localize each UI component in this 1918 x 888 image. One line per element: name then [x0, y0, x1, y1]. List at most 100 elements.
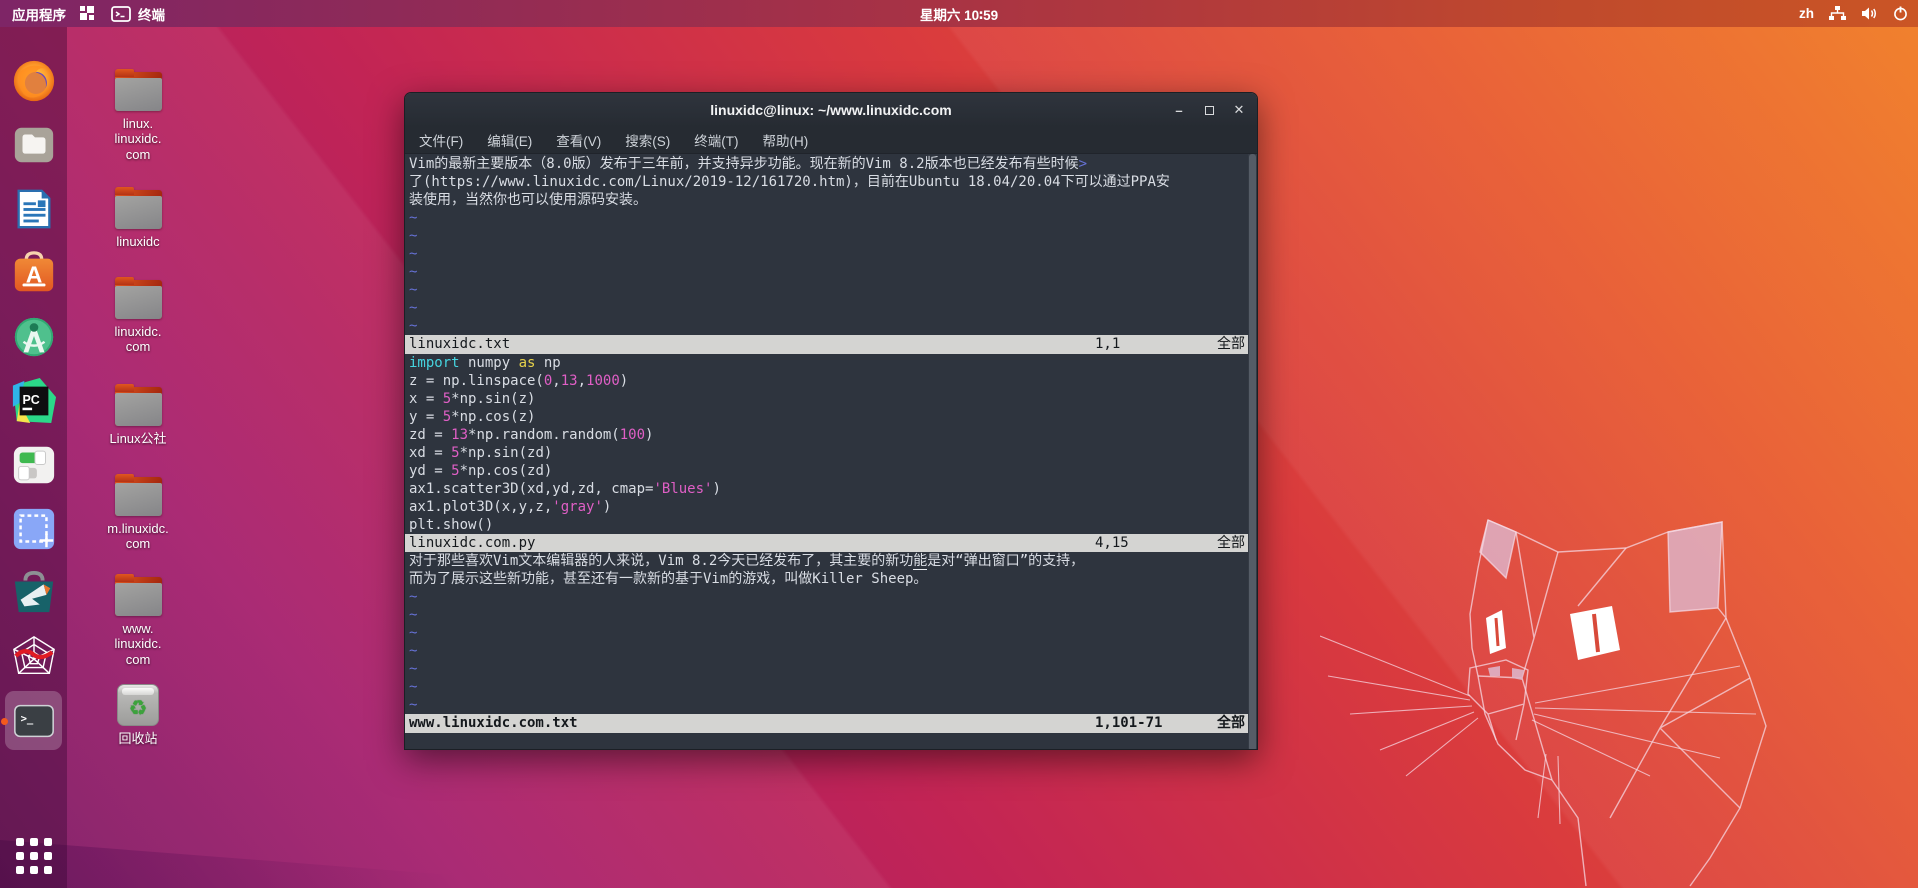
terminal-line: ~ [405, 588, 1257, 606]
files-icon [11, 122, 57, 168]
folder-icon [115, 72, 162, 111]
terminal-line: xd = 5*np.sin(zd) [405, 444, 1257, 462]
terminal-line: ax1.scatter3D(xd,yd,zd, cmap='Blues') [405, 480, 1257, 498]
dock-item-app-bag[interactable] [0, 569, 67, 616]
wallpaper-shadow [0, 828, 620, 888]
dock-item-libreoffice-writer[interactable] [0, 185, 67, 232]
terminal-line: 而为了展示这些新功能，甚至还有一款新的基于Vim的游戏，叫做Killer She… [405, 570, 1257, 588]
desktop-icon-label: www. linuxidc. com [115, 621, 162, 667]
terminal-rows: Vim的最新主要版本（8.0版）发布于三年前，并支持异步功能。现在新的Vim 8… [405, 155, 1257, 750]
terminal-line: import numpy as np [405, 354, 1257, 372]
clock[interactable]: 星期六 10∶59 [920, 4, 998, 24]
desktop-icon-label: linuxidc. com [115, 324, 162, 355]
statusline-scroll-indicator: 全部 [1217, 714, 1245, 732]
desktop-icon-linuxidc-com[interactable]: linuxidc. com [98, 280, 178, 355]
dock-item-terminal[interactable]: >_ [0, 697, 67, 744]
statusline-cursor-position: 4,15 [1095, 534, 1129, 552]
terminal-line: y = 5*np.cos(z) [405, 408, 1257, 426]
statusline-filename: linuxidc.txt [409, 336, 510, 352]
desktop-icon-label: 回收站 [118, 731, 157, 746]
terminal-line: ~ [405, 281, 1257, 299]
desktop-icon-area: linux. linuxidc. com linuxidc linuxidc. co… [98, 27, 178, 888]
dock-item-tweaks[interactable] [0, 441, 67, 488]
terminal-line: yd = 5*np.cos(zd) [405, 462, 1257, 480]
terminal-line: ~ [405, 317, 1257, 335]
desktop-icon-label: linuxidc [116, 234, 159, 249]
terminal-line: ~ [405, 227, 1257, 245]
screenshot-icon [11, 506, 57, 552]
terminal-line: z = np.linspace(0,13,1000) [405, 372, 1257, 390]
vim-cursor: 能 [913, 553, 927, 570]
desktop-icon-linuxidc[interactable]: linuxidc [98, 190, 178, 249]
running-indicator [1, 718, 8, 725]
statusline-filename: linuxidc.com.py [409, 535, 535, 551]
terminal-line: ~ [405, 678, 1257, 696]
maximize-button[interactable] [1201, 102, 1217, 118]
ubuntu-software-icon: A [11, 250, 57, 296]
terminal-body[interactable]: Vim的最新主要版本（8.0版）发布于三年前，并支持异步功能。现在新的Vim 8… [405, 154, 1257, 750]
dock-item-screenshot[interactable] [0, 505, 67, 552]
terminal-line: ~ [405, 660, 1257, 678]
terminal-line: 对于那些喜欢Vim文本编辑器的人来说，Vim 8.2今天已经发布了，其主要的新功… [405, 552, 1257, 570]
folder-icon [115, 280, 162, 319]
scrollbar-thumb[interactable] [1249, 154, 1256, 750]
desktop-icon-linux-gongshe[interactable]: Linux公社 [98, 387, 178, 446]
firefox-icon [11, 58, 57, 104]
statusline-cursor-position: 1,1 [1095, 335, 1120, 353]
terminal-line: ~ [405, 696, 1257, 714]
terminal-line: Vim的最新主要版本（8.0版）发布于三年前，并支持异步功能。现在新的Vim 8… [405, 155, 1257, 173]
app-menu-terminal[interactable]: 终端 [111, 4, 165, 24]
app-menu-label: 终端 [138, 4, 165, 24]
folder-icon [115, 577, 162, 616]
dock-item-files[interactable] [0, 121, 67, 168]
trash-icon: ♻ [117, 684, 159, 726]
power-icon[interactable] [1893, 6, 1908, 21]
terminal-line: ~ [405, 624, 1257, 642]
window-title: linuxidc@linux: ~/www.linuxidc.com [710, 102, 951, 118]
menu-item-file[interactable]: 文件(F) [419, 130, 463, 150]
svg-text:PC: PC [22, 392, 39, 406]
dock-item-pycharm[interactable]: PC [0, 377, 67, 424]
applications-menu[interactable]: 应用程序 [12, 4, 66, 24]
dock-item-web-spider[interactable] [0, 633, 67, 680]
libreoffice-writer-icon [11, 186, 57, 232]
menu-item-search[interactable]: 搜索(S) [625, 130, 670, 150]
menu-item-help[interactable]: 帮助(H) [763, 130, 809, 150]
terminal-line: zd = 13*np.random.random(100) [405, 426, 1257, 444]
desktop-icon-linux-linuxidc-com[interactable]: linux. linuxidc. com [98, 72, 178, 162]
menu-bar: 文件(F) 编辑(E) 查看(V) 搜索(S) 终端(T) 帮助(H) [405, 127, 1257, 154]
volume-icon[interactable] [1861, 6, 1878, 21]
terminal-line: 了(https://www.linuxidc.com/Linux/2019-12… [405, 173, 1257, 191]
minimize-button[interactable]: – [1171, 102, 1187, 118]
show-applications-button[interactable] [16, 838, 52, 874]
desktop-icon-trash[interactable]: ♻ 回收站 [98, 684, 178, 746]
terminal-line [405, 733, 1257, 751]
wallpaper-cat-art [1320, 518, 1880, 888]
web-spider-icon [11, 634, 57, 680]
menu-item-terminal[interactable]: 终端(T) [694, 130, 738, 150]
desktop-icon-m-linuxidc-com[interactable]: m.linuxidc. com [98, 477, 178, 552]
window-grid-icon[interactable] [80, 6, 97, 21]
terminal-line: ~ [405, 209, 1257, 227]
statusline-filename: www.linuxidc.com.txt [409, 715, 578, 731]
dock-item-android-studio[interactable] [0, 313, 67, 360]
folder-icon [115, 387, 162, 426]
title-bar[interactable]: linuxidc@linux: ~/www.linuxidc.com – ✕ [405, 93, 1257, 127]
terminal-line: 装使用，当然你也可以使用源码安装。 [405, 191, 1257, 209]
terminal-line: ~ [405, 263, 1257, 281]
close-button[interactable]: ✕ [1231, 102, 1247, 118]
desktop-icon-label: m.linuxidc. com [107, 521, 168, 552]
keyboard-layout-indicator[interactable]: zh [1799, 6, 1814, 21]
vim-statusline-www.linuxidc.com.txt: www.linuxidc.com.txt 1,101-71 全部 [405, 714, 1257, 732]
menu-item-edit[interactable]: 编辑(E) [487, 130, 532, 150]
statusline-cursor-position: 1,101-71 [1095, 714, 1162, 732]
dock-item-ubuntu-software[interactable]: A [0, 249, 67, 296]
menu-item-view[interactable]: 查看(V) [556, 130, 601, 150]
statusline-scroll-indicator: 全部 [1217, 534, 1245, 552]
scrollbar[interactable] [1248, 154, 1257, 750]
terminal-line: ~ [405, 606, 1257, 624]
network-icon[interactable] [1829, 6, 1846, 21]
desktop-icon-www-linuxidc-com[interactable]: www. linuxidc. com [98, 577, 178, 667]
pycharm-icon: PC [11, 378, 57, 424]
dock-item-firefox[interactable] [0, 57, 67, 104]
